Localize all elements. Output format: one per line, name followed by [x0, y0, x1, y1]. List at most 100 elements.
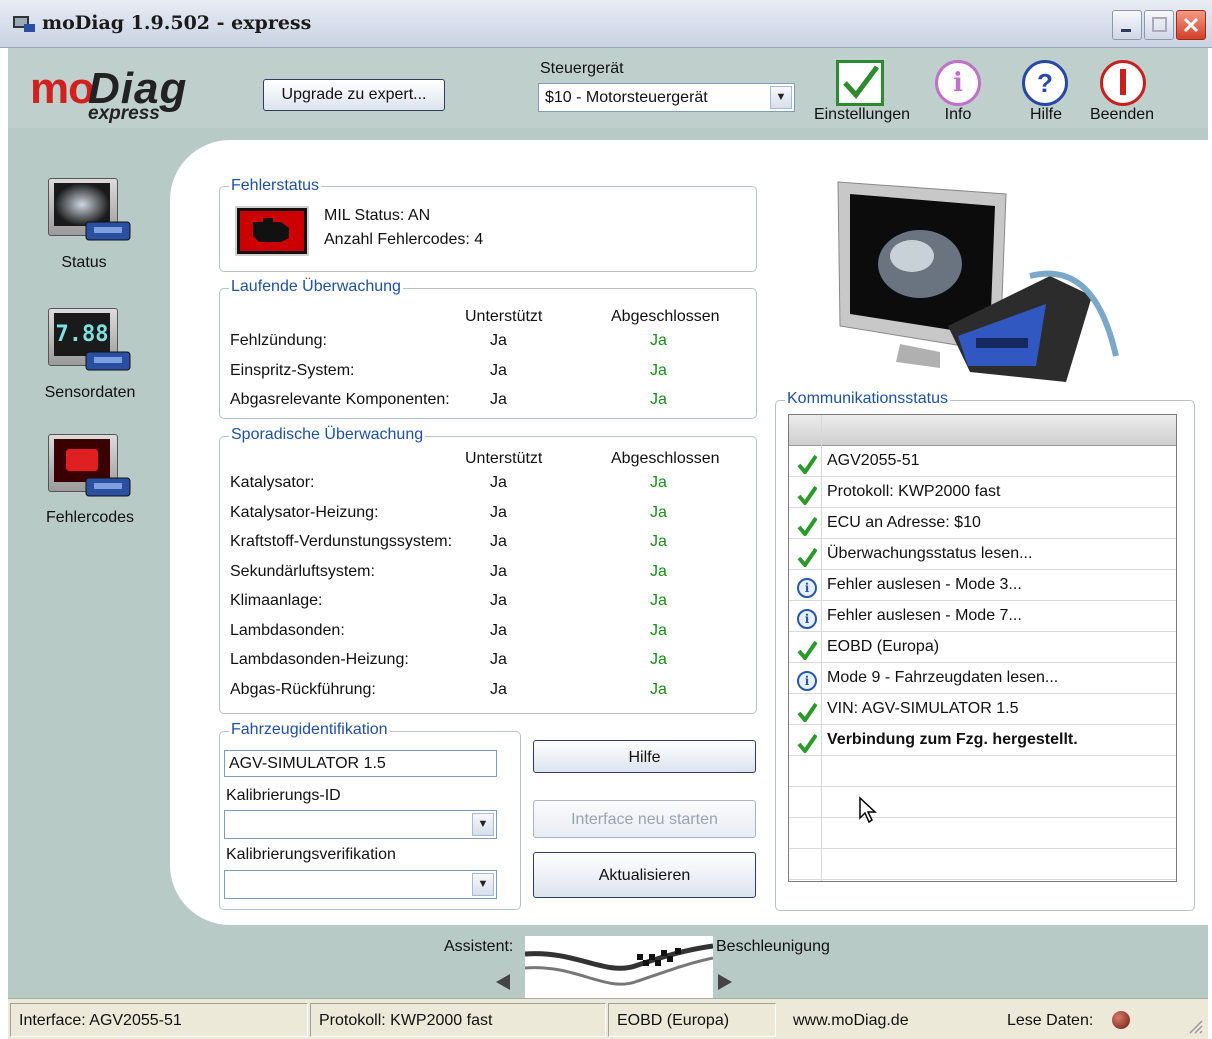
komm-row: Protokoll: KWP2000 fast: [789, 477, 1176, 508]
komm-row-text: AGV2055-51: [827, 452, 920, 469]
prev-arrow-icon[interactable]: [492, 972, 512, 997]
chevron-down-icon[interactable]: ▼: [472, 813, 494, 836]
logo-subtitle: express: [88, 103, 160, 124]
monitor-row-name: Abgas-Rückführung:: [230, 680, 376, 698]
monitor-row-name: Kraftstoff-Verdunstungssystem:: [230, 533, 453, 550]
minimize-button[interactable]: [1112, 10, 1142, 40]
komm-row-text: ECU an Adresse: $10: [827, 514, 981, 531]
komm-row-text: VIN: AGV-SIMULATOR 1.5: [827, 700, 1019, 717]
info-icon: i: [797, 578, 817, 598]
laufend-col-completed: Abgeschlossen: [611, 308, 720, 325]
nav-fehlercodes[interactable]: [48, 434, 131, 497]
komm-row-text: Fehler auslesen - Mode 3...: [827, 576, 1022, 593]
nav-status-label[interactable]: Status: [24, 254, 144, 272]
fahrzeug-title: Fahrzeugidentifikation: [229, 721, 390, 739]
check-icon: [797, 640, 818, 662]
monitor-row-completed: Ja: [650, 562, 667, 580]
status-protocol: Protokoll: KWP2000 fast: [310, 1003, 606, 1037]
monitor-row-supported: Ja: [490, 391, 507, 408]
status-standard: EOBD (Europa): [608, 1003, 776, 1037]
chevron-down-icon[interactable]: ▼: [770, 86, 792, 109]
monitor-row-supported: Ja: [490, 621, 507, 639]
monitor-row-completed: Ja: [650, 680, 667, 698]
settings-label[interactable]: Einstellungen: [810, 106, 914, 124]
assistant-next-label[interactable]: Beschleunigung: [716, 938, 830, 956]
check-icon: [797, 516, 818, 538]
komm-row-text: Überwachungsstatus lesen...: [827, 545, 1033, 562]
chevron-down-icon[interactable]: ▼: [472, 873, 494, 896]
fehlercode-count: Anzahl Fehlercodes: 4: [324, 231, 484, 248]
laufend-title: Laufende Überwachung: [229, 278, 403, 296]
info-label[interactable]: Info: [922, 106, 994, 124]
monitor-row-completed: Ja: [650, 474, 667, 491]
komm-row-empty: [789, 849, 1176, 880]
komm-row: VIN: AGV-SIMULATOR 1.5: [789, 694, 1176, 725]
info-icon: i: [797, 671, 817, 691]
nav-status[interactable]: [48, 178, 131, 241]
help-label[interactable]: Hilfe: [1010, 106, 1082, 124]
exit-label[interactable]: Beenden: [1084, 106, 1160, 124]
monitor-row-completed: Ja: [650, 533, 667, 550]
laufend-col-supported: Unterstützt: [465, 308, 543, 325]
status-website[interactable]: www.moDiag.de: [784, 1003, 984, 1037]
close-button[interactable]: [1176, 10, 1206, 40]
sporadisch-col-completed: Abgeschlossen: [611, 450, 720, 467]
settings-checkmark-icon[interactable]: [836, 60, 884, 106]
help-icon[interactable]: ?: [1022, 60, 1068, 106]
komm-row-text: EOBD (Europa): [827, 638, 940, 655]
monitor-row-name: Sekundärluftsystem:: [230, 562, 375, 580]
kal-ver-select[interactable]: ▼: [224, 870, 497, 899]
window-title: moDiag 1.9.502 - express: [42, 12, 312, 34]
komm-list-header: [789, 415, 1176, 446]
monitor-row-completed: Ja: [650, 592, 667, 609]
maximize-button[interactable]: [1144, 10, 1174, 40]
device-illustration: [830, 176, 1120, 390]
monitor-row-supported: Ja: [490, 680, 507, 698]
power-icon[interactable]: [1100, 60, 1146, 106]
upgrade-button[interactable]: Upgrade zu expert...: [263, 79, 445, 111]
check-icon: [797, 485, 818, 507]
komm-row: Verbindung zum Fzg. hergestellt.: [789, 725, 1176, 756]
komm-row-empty: [789, 818, 1176, 849]
monitor-row-name: Lambdasonden:: [230, 621, 345, 639]
nav-fehlercodes-label[interactable]: Fehlercodes: [30, 509, 150, 527]
ecu-select[interactable]: $10 - Motorsteuergerät ▼: [538, 83, 795, 112]
monitor-row-completed: Ja: [650, 361, 667, 379]
check-icon: [797, 733, 818, 755]
monitor-row-supported: Ja: [490, 361, 507, 379]
info-icon: i: [797, 609, 817, 629]
ecu-label: Steuergerät: [540, 60, 624, 77]
monitor-row-name: Lambdasonden-Heizung:: [230, 651, 409, 668]
engine-warning-icon: [235, 206, 309, 256]
resize-grip-icon[interactable]: [1186, 1017, 1204, 1039]
kal-id-select[interactable]: ▼: [224, 810, 497, 839]
monitor-row-name: Einspritz-System:: [230, 361, 355, 379]
komm-list[interactable]: AGV2055-51 Protokoll: KWP2000 fast ECU an …: [788, 414, 1177, 882]
app-icon: [12, 14, 36, 34]
fehlerstatus-title: Fehlerstatus: [229, 177, 322, 195]
info-icon[interactable]: i: [935, 60, 981, 106]
mil-status: MIL Status: AN: [324, 207, 431, 224]
monitor-row-supported: Ja: [490, 474, 507, 491]
vin-field[interactable]: AGV-SIMULATOR 1.5: [224, 750, 497, 777]
ecu-value: $10 - Motorsteuergerät: [545, 89, 708, 106]
komm-row: i Fehler auslesen - Mode 3...: [789, 570, 1176, 601]
status-lese-daten: Lese Daten:: [1007, 1012, 1094, 1029]
sporadisch-title: Sporadische Überwachung: [229, 426, 426, 444]
komm-row-text: Verbindung zum Fzg. hergestellt.: [827, 731, 1078, 748]
next-arrow-icon[interactable]: [716, 972, 736, 997]
restart-interface-button[interactable]: Interface neu starten: [533, 800, 756, 838]
assistant-label: Assistent:: [444, 938, 514, 955]
nav-sensordaten-label[interactable]: Sensordaten: [30, 384, 150, 402]
activity-led-icon: [1112, 1011, 1130, 1029]
nav-sensordaten[interactable]: 7.88: [48, 308, 131, 371]
vin-value[interactable]: AGV-SIMULATOR 1.5: [229, 755, 386, 773]
help-button[interactable]: Hilfe: [533, 740, 756, 773]
monitor-row-supported: Ja: [490, 592, 507, 609]
monitor-row-supported: Ja: [490, 562, 507, 580]
monitor-row-supported: Ja: [490, 332, 507, 349]
monitor-row-name: Katalysator-Heizung:: [230, 503, 379, 521]
monitor-row-completed: Ja: [650, 391, 667, 408]
racetrack-image: [524, 936, 714, 998]
refresh-button[interactable]: Aktualisieren: [533, 852, 756, 898]
